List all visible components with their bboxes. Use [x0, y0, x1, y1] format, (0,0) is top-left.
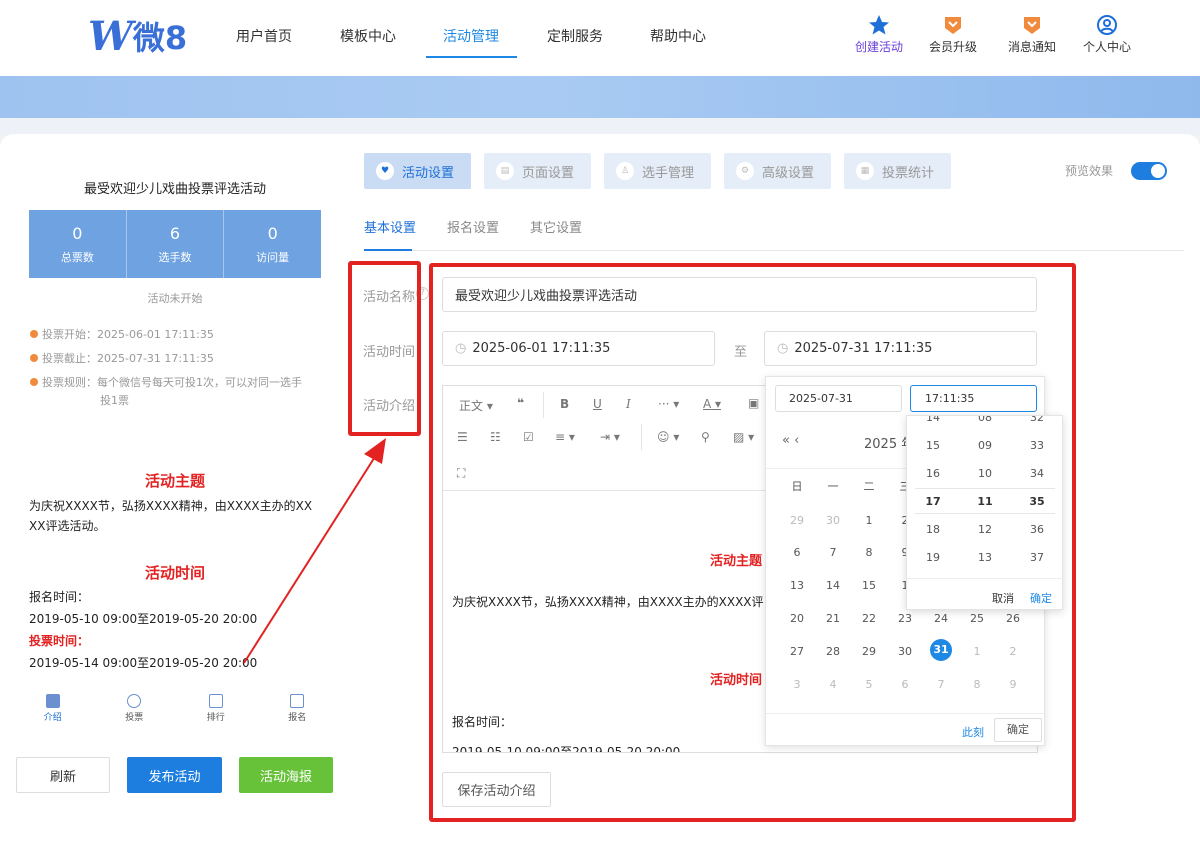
logo-mark: W: [88, 12, 133, 60]
annotation-box-labels: [348, 261, 421, 436]
intro-icon: [45, 694, 60, 708]
tab-signup[interactable]: 报名: [257, 688, 339, 730]
tab-contestant-manage[interactable]: ♙ 选手管理: [604, 153, 711, 189]
page-icon: ▤: [496, 162, 514, 180]
subtab-active-underline: [364, 249, 412, 251]
tab-advanced-settings[interactable]: ⚙ 高级设置: [724, 153, 831, 189]
vote-info: 投票开始：2025-06-01 17:11:35 投票截止：2025-07-31…: [30, 323, 330, 410]
nav-activity-manage[interactable]: 活动管理: [443, 26, 499, 46]
nav-user-home[interactable]: 用户首页: [236, 26, 292, 46]
stat-visits: 0 访问量: [256, 224, 290, 264]
tab-page-settings[interactable]: ▤ 页面设置: [484, 153, 591, 189]
nav-custom-service[interactable]: 定制服务: [547, 26, 603, 46]
refresh-button[interactable]: 刷新: [16, 757, 110, 793]
vip-upgrade-label: 会员升级: [928, 40, 977, 54]
activity-status: 活动未开始: [147, 292, 203, 305]
preview-toggle[interactable]: [1131, 162, 1167, 180]
vip-badge-icon: [942, 14, 964, 36]
stat-contestants: 6 选手数: [127, 210, 225, 278]
tab-rank[interactable]: 排行: [175, 688, 257, 730]
settings-icon: ⚙: [736, 162, 754, 180]
subtab-divider: [364, 250, 1184, 251]
star-icon: [868, 14, 890, 36]
preview-stats: 0 总票数 6 选手数 0 访问量: [29, 210, 321, 278]
stat-total-votes: 0 总票数: [29, 210, 127, 278]
tab-intro[interactable]: 介绍: [12, 688, 94, 730]
logo[interactable]: W 微8: [88, 12, 188, 60]
top-header: W 微8 用户首页 模板中心 活动管理 定制服务 帮助中心 创建活动 会员升级 …: [0, 0, 1200, 76]
preview-toggle-label: 预览效果: [1065, 164, 1114, 178]
tab-activity-settings[interactable]: ♥ 活动设置: [364, 153, 471, 189]
message-badge-icon: [1021, 14, 1043, 36]
preview-tabbar: 介绍 投票 排行 报名: [12, 688, 338, 730]
message-notify-label: 消息通知: [1007, 40, 1056, 54]
personal-center-button[interactable]: 个人中心: [1072, 14, 1142, 55]
subtab-basic[interactable]: 基本设置: [364, 217, 416, 236]
banner: [0, 76, 1200, 118]
nav-help-center[interactable]: 帮助中心: [650, 26, 706, 46]
heart-icon: ♥: [376, 162, 394, 180]
poster-button[interactable]: 活动海报: [239, 757, 333, 793]
tab-vote[interactable]: 投票: [94, 688, 176, 730]
nav-templates[interactable]: 模板中心: [340, 26, 396, 46]
publish-button[interactable]: 发布活动: [127, 757, 222, 793]
dot-icon: [30, 378, 38, 386]
vip-upgrade-button[interactable]: 会员升级: [918, 14, 988, 55]
message-notify-button[interactable]: 消息通知: [997, 14, 1067, 55]
rank-icon: [208, 694, 223, 708]
signup-icon: [290, 694, 305, 708]
personal-center-label: 个人中心: [1082, 40, 1131, 54]
annotation-arrow: [243, 438, 386, 664]
vote-icon: [127, 694, 142, 708]
nav-active-underline: [426, 56, 517, 58]
annotation-box-form: [429, 263, 1076, 822]
preview-title: 最受欢迎少儿戏曲投票评选活动: [83, 182, 266, 197]
user-circle-icon: [1096, 14, 1118, 36]
logo-text: 微8: [132, 19, 188, 57]
stats-icon: ▦: [856, 162, 874, 180]
create-activity-label: 创建活动: [854, 40, 903, 54]
dot-icon: [30, 354, 38, 362]
subtab-other[interactable]: 其它设置: [530, 217, 582, 236]
time-text: 报名时间： 2019-05-10 09:00至2019-05-20 20:00 …: [29, 590, 258, 670]
dot-icon: [30, 330, 38, 338]
person-icon: ♙: [616, 162, 634, 180]
subtab-signup[interactable]: 报名设置: [447, 217, 499, 236]
create-activity-button[interactable]: 创建活动: [844, 14, 914, 55]
tab-vote-stats[interactable]: ▦ 投票统计: [844, 153, 951, 189]
